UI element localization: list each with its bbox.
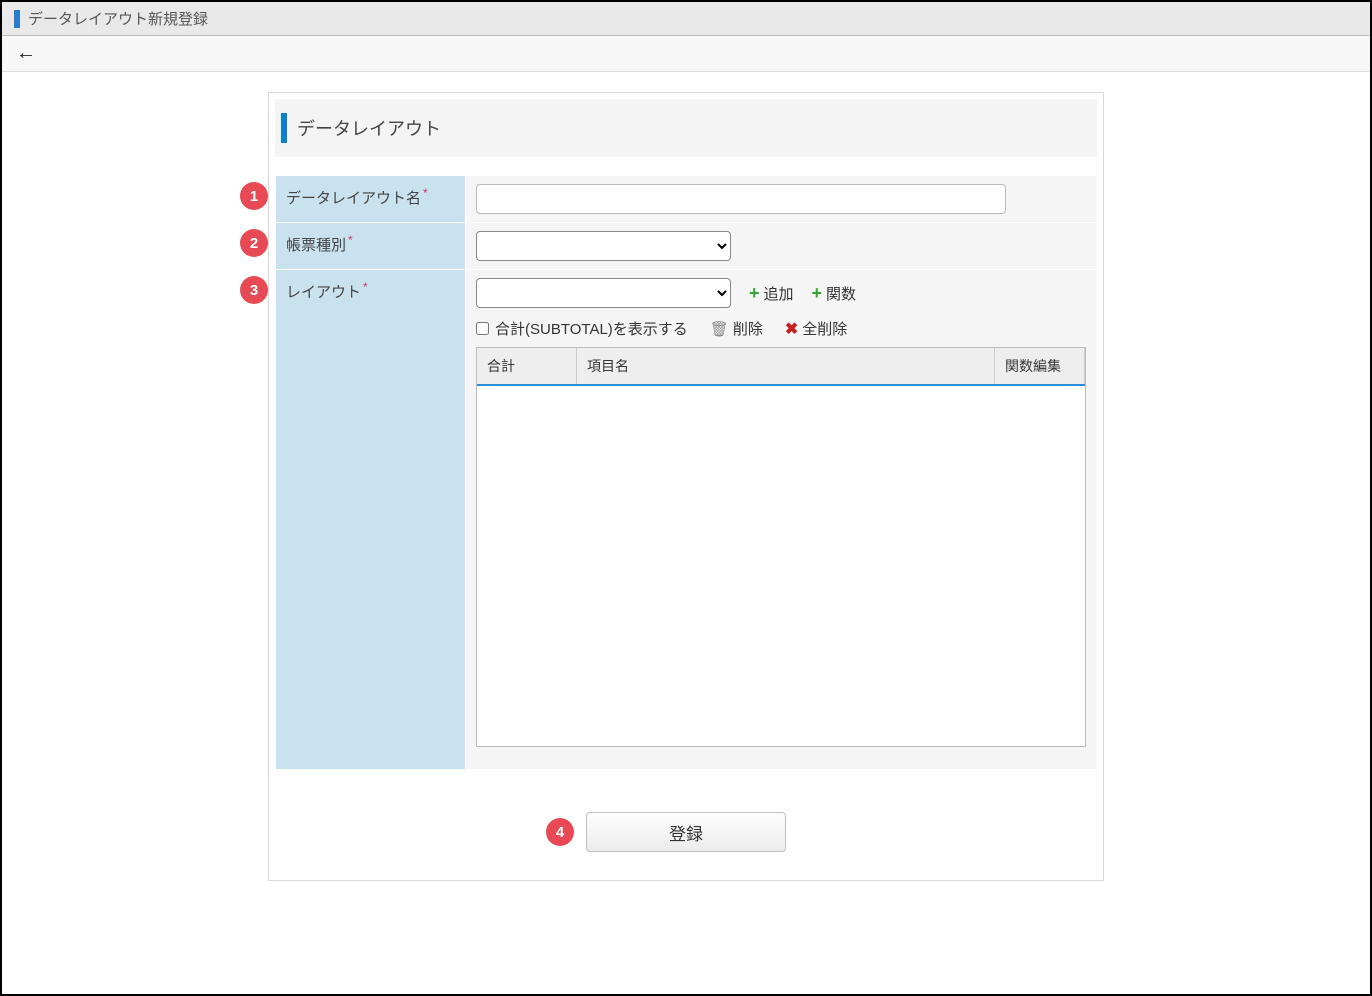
callout-1: 1: [240, 182, 268, 210]
section-accent-icon: [281, 113, 287, 143]
required-icon: *: [348, 233, 353, 247]
title-marker-icon: [14, 10, 20, 28]
layout-name-input[interactable]: [476, 184, 1006, 214]
label-report-type: 2 帳票種別*: [276, 223, 466, 270]
add-label: 追加: [764, 283, 794, 304]
layout-toolbar-2: 合計(SUBTOTAL)を表示する 🗑 削除 ✖ 全削除: [476, 318, 1086, 339]
submit-button[interactable]: 登録: [586, 812, 786, 852]
label-layout: 3 レイアウト*: [276, 270, 466, 770]
label-report-type-text: 帳票種別: [286, 237, 346, 254]
show-subtotal-checkbox[interactable]: 合計(SUBTOTAL)を表示する: [476, 318, 688, 339]
label-layout-name-text: データレイアウト名: [286, 190, 421, 207]
x-icon: ✖: [785, 319, 798, 339]
delete-all-label: 全削除: [802, 318, 847, 339]
grid-col-total: 合計: [477, 348, 577, 384]
callout-4: 4: [546, 818, 574, 846]
trash-icon: 🗑: [710, 320, 729, 338]
required-icon: *: [423, 186, 428, 200]
grid-body[interactable]: [477, 386, 1085, 748]
report-type-select[interactable]: [476, 231, 731, 261]
row-layout-name: 1 データレイアウト名*: [276, 176, 1097, 223]
label-layout-name: 1 データレイアウト名*: [276, 176, 466, 223]
footer: 4 登録: [269, 788, 1103, 880]
cell-layout-name: [466, 176, 1097, 223]
layout-toolbar-1: + 追加 + 関数: [476, 278, 1086, 308]
label-layout-text: レイアウト: [286, 284, 361, 301]
cell-layout: + 追加 + 関数 合計(SUBTOTAL)を表示する: [466, 270, 1097, 770]
title-bar: データレイアウト新規登録: [2, 2, 1370, 36]
section-header: データレイアウト: [275, 99, 1097, 157]
layout-grid: 合計 項目名 関数編集: [476, 347, 1086, 747]
cell-report-type: [466, 223, 1097, 270]
delete-label: 削除: [733, 318, 763, 339]
add-button[interactable]: + 追加: [749, 283, 794, 304]
delete-all-button[interactable]: ✖ 全削除: [785, 318, 847, 339]
row-layout: 3 レイアウト* + 追加 + 関数: [276, 270, 1097, 770]
required-icon: *: [363, 280, 368, 294]
callout-3: 3: [240, 276, 268, 304]
back-arrow-icon[interactable]: ←: [16, 42, 36, 65]
function-button[interactable]: + 関数: [812, 283, 857, 304]
delete-button[interactable]: 🗑 削除: [710, 318, 763, 339]
form-panel: データレイアウト 1 データレイアウト名* 2 帳票種別*: [268, 92, 1104, 881]
page-body: データレイアウト 1 データレイアウト名* 2 帳票種別*: [2, 72, 1370, 881]
show-subtotal-label: 合計(SUBTOTAL)を表示する: [495, 318, 688, 339]
back-bar: ←: [2, 36, 1370, 72]
grid-header: 合計 項目名 関数編集: [477, 348, 1085, 386]
plus-icon: +: [812, 284, 823, 302]
callout-2: 2: [240, 229, 268, 257]
page-title: データレイアウト新規登録: [28, 8, 208, 29]
form-table: 1 データレイアウト名* 2 帳票種別* 3 レイアウト: [275, 175, 1097, 770]
layout-field-select[interactable]: [476, 278, 731, 308]
section-title: データレイアウト: [297, 115, 441, 141]
grid-col-name: 項目名: [577, 348, 995, 384]
show-subtotal-input[interactable]: [476, 322, 489, 335]
plus-icon: +: [749, 284, 760, 302]
grid-col-fn: 関数編集: [995, 348, 1085, 384]
function-label: 関数: [826, 283, 856, 304]
row-report-type: 2 帳票種別*: [276, 223, 1097, 270]
